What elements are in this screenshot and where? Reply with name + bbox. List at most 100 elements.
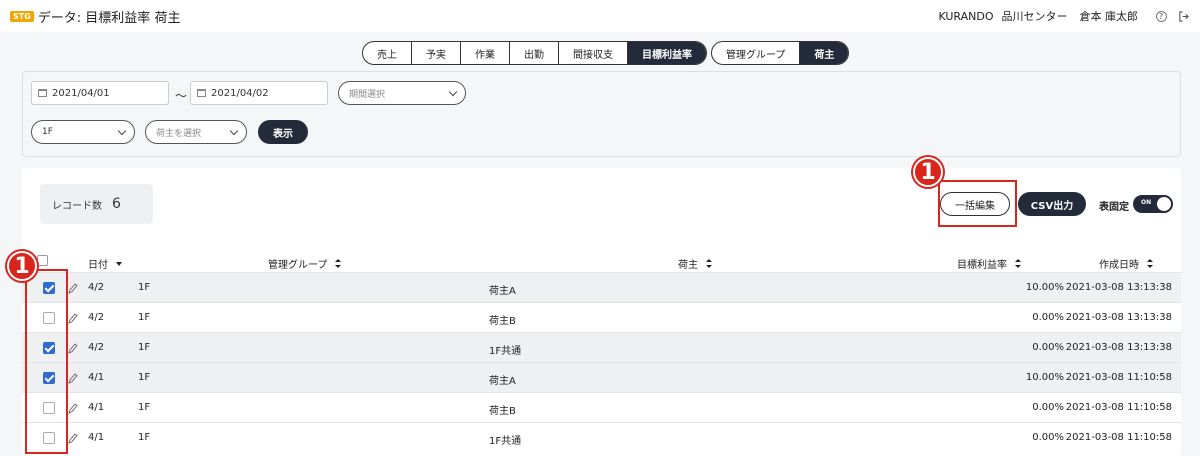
table-fix-toggle[interactable]: ON xyxy=(1133,195,1173,213)
chevron-down-icon xyxy=(117,126,127,136)
cell-created: 2021-03-08 13:13:38 xyxy=(1065,342,1172,353)
cell-group: 1F xyxy=(138,372,151,383)
header-rate[interactable]: 目標利益率 xyxy=(957,256,1021,271)
cell-rate: 0.00% xyxy=(1032,342,1064,353)
cell-shipper: 荷主B xyxy=(489,406,516,417)
floor-value: 1F xyxy=(42,127,53,137)
sort-desc-icon xyxy=(116,261,122,266)
table-body: 4/2 1F 荷主A 10.00% 2021-03-08 13:13:38 4/2 1F 荷主… xyxy=(22,272,1181,452)
header-created-label: 作成日時 xyxy=(1099,260,1139,271)
cell-group: 1F xyxy=(138,282,151,293)
cell-group: 1F xyxy=(138,342,151,353)
pencil-icon[interactable] xyxy=(68,402,78,414)
cell-group: 1F xyxy=(138,432,151,443)
cell-created: 2021-03-08 13:13:38 xyxy=(1065,312,1172,323)
tab-group1-0[interactable]: 売上 xyxy=(363,42,412,64)
tab-group1-5[interactable]: 目標利益率 xyxy=(628,42,706,64)
table-fix-label: 表固定 xyxy=(1099,202,1129,213)
period-select[interactable]: 期間選択 xyxy=(338,81,466,105)
calendar-icon xyxy=(38,89,47,97)
cell-created: 2021-03-08 11:10:58 xyxy=(1065,372,1172,383)
date-range-separator: ～ xyxy=(175,89,188,103)
annotation-badge: 1 xyxy=(911,155,945,189)
top-bar: STG データ: 目標利益率 荷主 KURANDO 品川センター 倉本 庫太郎 … xyxy=(0,0,1200,32)
cell-rate: 0.00% xyxy=(1032,312,1064,323)
tab-group1-1[interactable]: 予実 xyxy=(412,42,461,64)
cell-shipper: 荷主A xyxy=(489,286,516,297)
record-count-box: レコード数 6 xyxy=(40,184,153,224)
cell-shipper: 荷主A xyxy=(489,376,516,387)
shipper-placeholder: 荷主を選択 xyxy=(156,128,202,139)
floor-select[interactable]: 1F xyxy=(31,120,135,144)
table-row: 4/1 1F 荷主A 10.00% 2021-03-08 11:10:58 xyxy=(22,362,1181,392)
pencil-icon[interactable] xyxy=(68,342,78,354)
header-date[interactable]: 日付 xyxy=(88,256,122,271)
center-name: 品川センター xyxy=(1001,10,1068,23)
cell-rate: 0.00% xyxy=(1032,432,1064,443)
cell-date: 4/1 xyxy=(88,432,105,443)
cell-created: 2021-03-08 11:10:58 xyxy=(1065,432,1172,443)
sort-icon xyxy=(1147,259,1153,268)
tab-group1-4[interactable]: 間接収支 xyxy=(559,42,628,64)
header-shipper-label: 荷主 xyxy=(678,260,698,271)
record-count-value: 6 xyxy=(112,196,121,212)
pencil-icon[interactable] xyxy=(68,432,78,444)
user-info: KURANDO 品川センター 倉本 庫太郎 ? xyxy=(938,0,1190,32)
header-rate-label: 目標利益率 xyxy=(957,260,1007,271)
date-to-value: 2021/04/02 xyxy=(211,87,269,99)
cell-rate: 10.00% xyxy=(1025,372,1064,383)
date-from-input[interactable]: 2021/04/01 xyxy=(31,81,169,105)
tab-group2-1[interactable]: 荷主 xyxy=(800,42,849,64)
table-header: 日付 管理グループ 荷主 目標利益率 作成日時 xyxy=(22,250,1181,272)
header-date-label: 日付 xyxy=(88,260,108,271)
logout-icon[interactable] xyxy=(1176,9,1190,23)
header-created[interactable]: 作成日時 xyxy=(1099,256,1153,271)
cell-date: 4/2 xyxy=(88,342,105,353)
header-group-label: 管理グループ xyxy=(268,260,328,271)
table-row: 4/2 1F 荷主A 10.00% 2021-03-08 13:13:38 xyxy=(22,272,1181,302)
filter-panel: 2021/04/01 ～ 2021/04/02 期間選択 1F 荷主を選択 表示 xyxy=(22,71,1181,157)
cell-rate: 0.00% xyxy=(1032,402,1064,413)
date-from-value: 2021/04/01 xyxy=(52,87,110,99)
cell-rate: 10.00% xyxy=(1025,282,1064,293)
company-name: KURANDO xyxy=(938,9,994,23)
user-name: 倉本 庫太郎 xyxy=(1079,10,1139,23)
pencil-icon[interactable] xyxy=(68,282,78,294)
date-to-input[interactable]: 2021/04/02 xyxy=(190,81,328,105)
shipper-select[interactable]: 荷主を選択 xyxy=(145,120,247,144)
help-circle-icon[interactable]: ? xyxy=(1154,9,1168,23)
cell-created: 2021-03-08 13:13:38 xyxy=(1065,282,1172,293)
cell-date: 4/2 xyxy=(88,312,105,323)
cell-date: 4/1 xyxy=(88,372,105,383)
toggle-knob xyxy=(1157,197,1171,211)
period-placeholder: 期間選択 xyxy=(349,89,386,100)
annotation-box-checkboxes xyxy=(25,269,68,454)
annotation-badge-number: 1 xyxy=(14,253,30,279)
calendar-icon xyxy=(197,89,206,97)
tab-group1-2[interactable]: 作業 xyxy=(461,42,510,64)
show-button[interactable]: 表示 xyxy=(258,120,308,144)
chevron-down-icon xyxy=(229,126,239,136)
annotation-box-bulk-edit xyxy=(938,180,1017,227)
chevron-down-icon xyxy=(448,87,458,97)
tab-group1-3[interactable]: 出勤 xyxy=(510,42,559,64)
header-shipper[interactable]: 荷主 xyxy=(678,256,712,271)
pencil-icon[interactable] xyxy=(68,312,78,324)
table-row: 4/1 1F 1F共通 0.00% 2021-03-08 11:10:58 xyxy=(22,422,1181,452)
record-count-label: レコード数 xyxy=(52,200,102,212)
csv-export-button[interactable]: CSV出力 xyxy=(1018,192,1086,216)
cell-shipper: 荷主B xyxy=(489,316,516,327)
annotation-badge: 1 xyxy=(5,249,39,283)
cell-created: 2021-03-08 11:10:58 xyxy=(1065,402,1172,413)
tab-group-main: 売上 予実 作業 出勤 間接収支 目標利益率 xyxy=(362,41,707,65)
header-group[interactable]: 管理グループ xyxy=(268,256,342,271)
annotation-badge-number: 1 xyxy=(920,159,936,185)
sort-icon xyxy=(1015,259,1021,268)
sort-icon xyxy=(706,259,712,268)
toggle-label: ON xyxy=(1141,199,1152,206)
tab-group2-0[interactable]: 管理グループ xyxy=(712,42,801,64)
cell-shipper: 1F共通 xyxy=(489,436,522,447)
pencil-icon[interactable] xyxy=(68,372,78,384)
sort-icon xyxy=(335,259,342,268)
tab-group-target: 管理グループ 荷主 xyxy=(711,41,850,65)
